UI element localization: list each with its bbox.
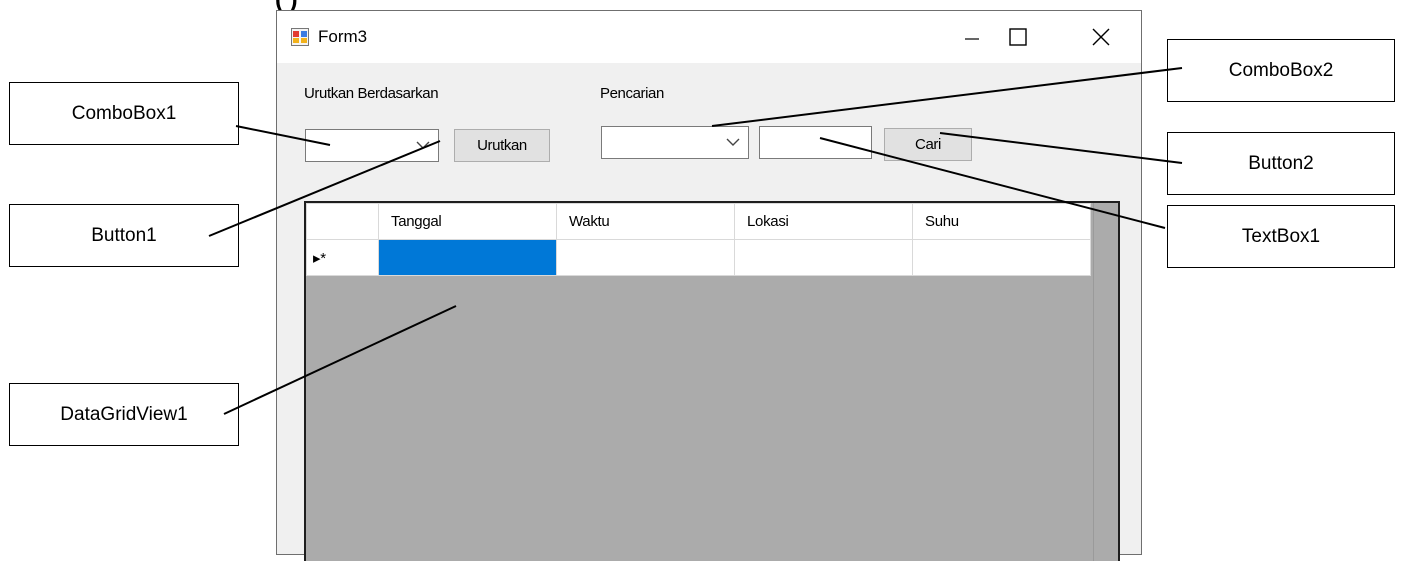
leader-combobox2 bbox=[711, 67, 1183, 127]
leader-textbox1 bbox=[819, 137, 1166, 229]
callout-leader-lines bbox=[208, 67, 1183, 415]
leader-button1 bbox=[208, 140, 441, 237]
leader-button2 bbox=[939, 132, 1183, 164]
leader-combobox1 bbox=[235, 125, 331, 146]
leader-datagridview1 bbox=[223, 305, 457, 415]
